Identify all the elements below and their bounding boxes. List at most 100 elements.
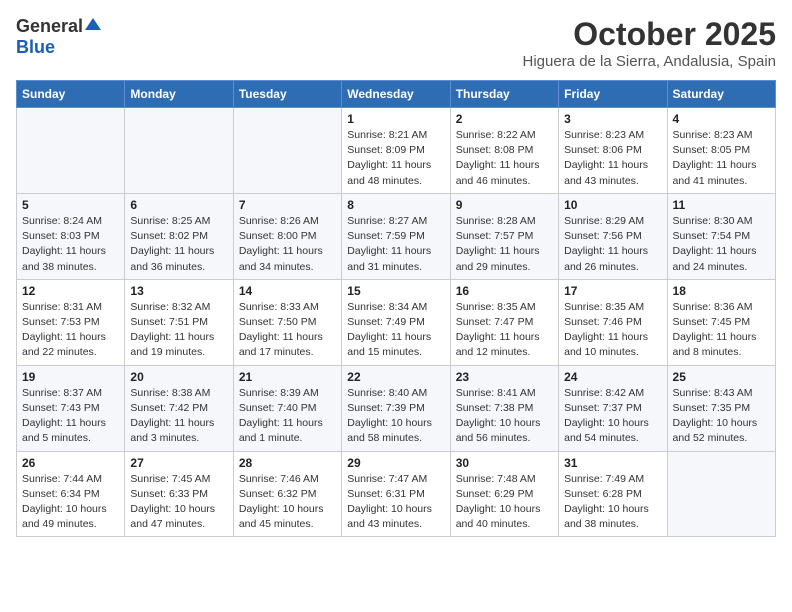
day-info: Sunrise: 8:41 AM Sunset: 7:38 PM Dayligh… (456, 386, 553, 447)
day-info: Sunrise: 8:33 AM Sunset: 7:50 PM Dayligh… (239, 300, 336, 361)
day-info: Sunrise: 8:38 AM Sunset: 7:42 PM Dayligh… (130, 386, 227, 447)
day-number: 16 (456, 284, 553, 298)
weekday-header-friday: Friday (559, 81, 667, 108)
day-info: Sunrise: 8:39 AM Sunset: 7:40 PM Dayligh… (239, 386, 336, 447)
day-number: 5 (22, 198, 119, 212)
day-number: 30 (456, 456, 553, 470)
calendar-cell: 17 Sunrise: 8:35 AM Sunset: 7:46 PM Dayli… (559, 279, 667, 365)
calendar-cell: 25 Sunrise: 8:43 AM Sunset: 7:35 PM Dayli… (667, 365, 775, 451)
calendar-cell: 11 Sunrise: 8:30 AM Sunset: 7:54 PM Dayli… (667, 193, 775, 279)
calendar-cell: 3 Sunrise: 8:23 AM Sunset: 8:06 PM Daylig… (559, 108, 667, 194)
day-number: 20 (130, 370, 227, 384)
calendar-cell: 31Sunrise: 7:49 AM Sunset: 6:28 PM Dayli… (559, 451, 667, 537)
day-number: 3 (564, 112, 661, 126)
day-info: Sunrise: 8:22 AM Sunset: 8:08 PM Dayligh… (456, 128, 553, 189)
day-number: 2 (456, 112, 553, 126)
calendar-cell: 5Sunrise: 8:24 AM Sunset: 8:03 PM Daylig… (17, 193, 125, 279)
day-info: Sunrise: 7:47 AM Sunset: 6:31 PM Dayligh… (347, 472, 444, 533)
day-info: Sunrise: 8:26 AM Sunset: 8:00 PM Dayligh… (239, 214, 336, 275)
day-info: Sunrise: 8:43 AM Sunset: 7:35 PM Dayligh… (673, 386, 770, 447)
calendar-cell: 8 Sunrise: 8:27 AM Sunset: 7:59 PM Daylig… (342, 193, 450, 279)
day-info: Sunrise: 8:35 AM Sunset: 7:46 PM Dayligh… (564, 300, 661, 361)
calendar-week-row: 19 Sunrise: 8:37 AM Sunset: 7:43 PM Dayli… (17, 365, 776, 451)
day-info: Sunrise: 8:23 AM Sunset: 8:05 PM Dayligh… (673, 128, 770, 189)
day-number: 26 (22, 456, 119, 470)
day-number: 11 (673, 198, 770, 212)
location-title: Higuera de la Sierra, Andalusia, Spain (523, 53, 777, 70)
day-number: 19 (22, 370, 119, 384)
page-header: General Blue October 2025 Higuera de la … (16, 16, 776, 70)
day-number: 18 (673, 284, 770, 298)
calendar-cell: 24Sunrise: 8:42 AM Sunset: 7:37 PM Dayli… (559, 365, 667, 451)
calendar-cell: 22 Sunrise: 8:40 AM Sunset: 7:39 PM Dayli… (342, 365, 450, 451)
logo-blue: Blue (16, 37, 55, 57)
day-number: 10 (564, 198, 661, 212)
calendar-cell: 13 Sunrise: 8:32 AM Sunset: 7:51 PM Dayli… (125, 279, 233, 365)
day-number: 8 (347, 198, 444, 212)
day-number: 14 (239, 284, 336, 298)
day-info: Sunrise: 8:30 AM Sunset: 7:54 PM Dayligh… (673, 214, 770, 275)
logo-icon (85, 16, 101, 32)
weekday-header-saturday: Saturday (667, 81, 775, 108)
calendar-week-row: 26 Sunrise: 7:44 AM Sunset: 6:34 PM Dayli… (17, 451, 776, 537)
day-number: 13 (130, 284, 227, 298)
calendar-cell: 15 Sunrise: 8:34 AM Sunset: 7:49 PM Dayli… (342, 279, 450, 365)
logo-general: General (16, 16, 83, 37)
day-number: 6 (130, 198, 227, 212)
weekday-header-sunday: Sunday (17, 81, 125, 108)
calendar-header-row: SundayMondayTuesdayWednesdayThursdayFrid… (17, 81, 776, 108)
day-info: Sunrise: 8:25 AM Sunset: 8:02 PM Dayligh… (130, 214, 227, 275)
calendar-cell: 14 Sunrise: 8:33 AM Sunset: 7:50 PM Dayli… (233, 279, 341, 365)
day-info: Sunrise: 8:31 AM Sunset: 7:53 PM Dayligh… (22, 300, 119, 361)
calendar-week-row: 5Sunrise: 8:24 AM Sunset: 8:03 PM Daylig… (17, 193, 776, 279)
day-number: 4 (673, 112, 770, 126)
calendar-cell: 29 Sunrise: 7:47 AM Sunset: 6:31 PM Dayli… (342, 451, 450, 537)
calendar-cell (17, 108, 125, 194)
day-info: Sunrise: 8:36 AM Sunset: 7:45 PM Dayligh… (673, 300, 770, 361)
day-number: 31 (564, 456, 661, 470)
day-info: Sunrise: 8:37 AM Sunset: 7:43 PM Dayligh… (22, 386, 119, 447)
calendar-cell: 21 Sunrise: 8:39 AM Sunset: 7:40 PM Dayli… (233, 365, 341, 451)
calendar-week-row: 12 Sunrise: 8:31 AM Sunset: 7:53 PM Dayli… (17, 279, 776, 365)
day-number: 27 (130, 456, 227, 470)
day-info: Sunrise: 7:45 AM Sunset: 6:33 PM Dayligh… (130, 472, 227, 533)
calendar-cell: 4 Sunrise: 8:23 AM Sunset: 8:05 PM Daylig… (667, 108, 775, 194)
day-number: 25 (673, 370, 770, 384)
day-number: 7 (239, 198, 336, 212)
day-number: 29 (347, 456, 444, 470)
calendar-cell: 1Sunrise: 8:21 AM Sunset: 8:09 PM Daylig… (342, 108, 450, 194)
day-info: Sunrise: 8:40 AM Sunset: 7:39 PM Dayligh… (347, 386, 444, 447)
day-number: 1 (347, 112, 444, 126)
day-info: Sunrise: 8:35 AM Sunset: 7:47 PM Dayligh… (456, 300, 553, 361)
day-info: Sunrise: 8:28 AM Sunset: 7:57 PM Dayligh… (456, 214, 553, 275)
day-info: Sunrise: 8:42 AM Sunset: 7:37 PM Dayligh… (564, 386, 661, 447)
day-info: Sunrise: 8:32 AM Sunset: 7:51 PM Dayligh… (130, 300, 227, 361)
calendar-cell: 10Sunrise: 8:29 AM Sunset: 7:56 PM Dayli… (559, 193, 667, 279)
calendar-week-row: 1Sunrise: 8:21 AM Sunset: 8:09 PM Daylig… (17, 108, 776, 194)
day-number: 12 (22, 284, 119, 298)
calendar-cell (233, 108, 341, 194)
calendar-cell: 28Sunrise: 7:46 AM Sunset: 6:32 PM Dayli… (233, 451, 341, 537)
day-number: 9 (456, 198, 553, 212)
day-number: 17 (564, 284, 661, 298)
calendar-cell: 12 Sunrise: 8:31 AM Sunset: 7:53 PM Dayli… (17, 279, 125, 365)
calendar-cell: 30 Sunrise: 7:48 AM Sunset: 6:29 PM Dayli… (450, 451, 558, 537)
weekday-header-tuesday: Tuesday (233, 81, 341, 108)
calendar-cell (667, 451, 775, 537)
day-info: Sunrise: 7:44 AM Sunset: 6:34 PM Dayligh… (22, 472, 119, 533)
day-number: 22 (347, 370, 444, 384)
day-number: 15 (347, 284, 444, 298)
calendar-cell: 19 Sunrise: 8:37 AM Sunset: 7:43 PM Dayli… (17, 365, 125, 451)
calendar-cell (125, 108, 233, 194)
day-info: Sunrise: 8:23 AM Sunset: 8:06 PM Dayligh… (564, 128, 661, 189)
logo: General Blue (16, 16, 101, 58)
day-number: 28 (239, 456, 336, 470)
calendar-cell: 20 Sunrise: 8:38 AM Sunset: 7:42 PM Dayli… (125, 365, 233, 451)
calendar-body: 1Sunrise: 8:21 AM Sunset: 8:09 PM Daylig… (17, 108, 776, 537)
day-info: Sunrise: 8:34 AM Sunset: 7:49 PM Dayligh… (347, 300, 444, 361)
day-info: Sunrise: 8:27 AM Sunset: 7:59 PM Dayligh… (347, 214, 444, 275)
calendar-cell: 27 Sunrise: 7:45 AM Sunset: 6:33 PM Dayli… (125, 451, 233, 537)
calendar-cell: 7 Sunrise: 8:26 AM Sunset: 8:00 PM Daylig… (233, 193, 341, 279)
day-info: Sunrise: 7:48 AM Sunset: 6:29 PM Dayligh… (456, 472, 553, 533)
day-number: 21 (239, 370, 336, 384)
